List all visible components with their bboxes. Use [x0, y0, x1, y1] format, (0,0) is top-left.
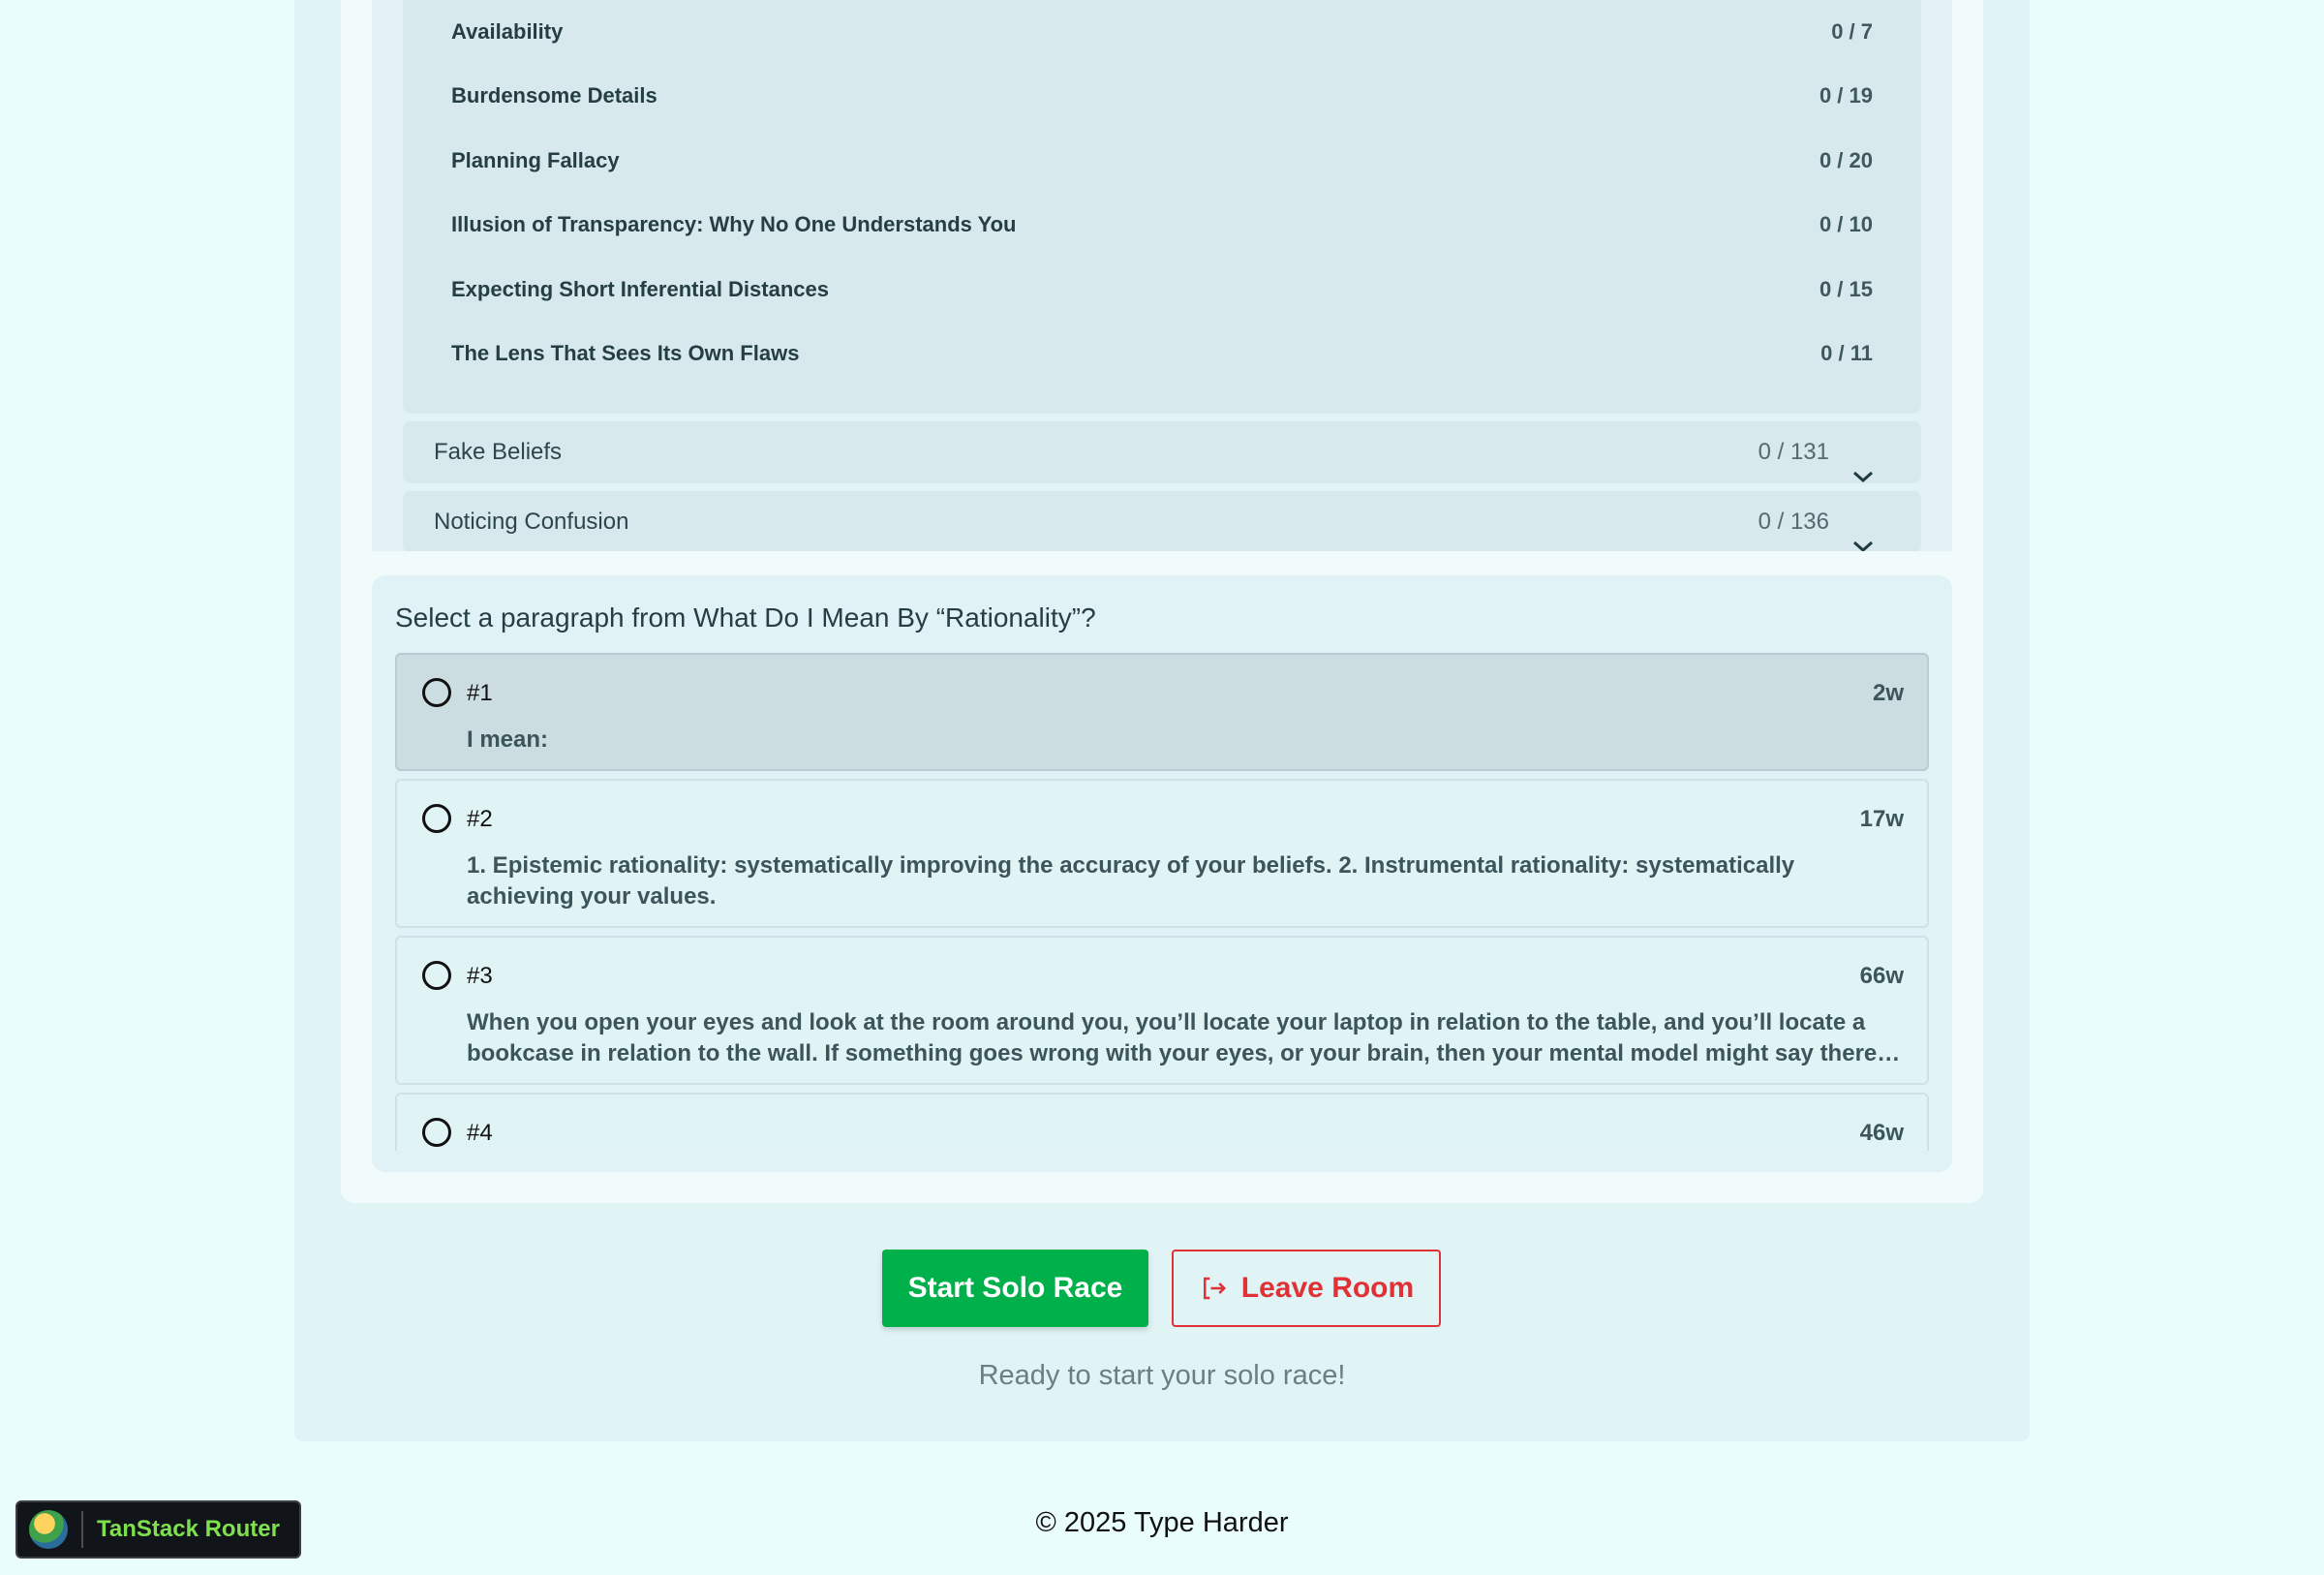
router-devtools-toggle[interactable]: TanStack Router — [15, 1500, 301, 1559]
chevron-down-icon[interactable] — [1851, 540, 1875, 551]
section-progress: 0 / 20 — [1819, 148, 1873, 172]
chapter-item-noticing-confusion[interactable]: Noticing Confusion 0 / 136 — [403, 491, 1921, 551]
word-count: 2w — [1872, 680, 1904, 706]
radio-button[interactable] — [422, 1118, 451, 1147]
paragraph-prompt: Select a paragraph from What Do I Mean B… — [395, 602, 1096, 633]
paragraph-option[interactable]: #2 17w 1. Epistemic rationality: systema… — [395, 779, 1929, 928]
page: Availability 0 / 7 Burdensome Details 0 … — [0, 0, 2324, 1575]
section-title: Expecting Short Inferential Distances — [451, 277, 829, 301]
leave-room-button[interactable]: Leave Room — [1172, 1250, 1441, 1327]
section-title: Planning Fallacy — [451, 148, 620, 172]
section-item[interactable]: Planning Fallacy 0 / 20 — [403, 129, 1921, 193]
section-title: The Lens That Sees Its Own Flaws — [451, 341, 800, 365]
devtools-label: TanStack Router — [97, 1516, 280, 1542]
paragraph-option[interactable]: #4 46w — [395, 1093, 1929, 1151]
chapter-progress: 0 / 136 — [1758, 509, 1829, 535]
section-progress: 0 / 7 — [1831, 19, 1873, 44]
chapter-item-fake-beliefs[interactable]: Fake Beliefs 0 / 131 — [403, 421, 1921, 483]
chapter-progress: 0 / 131 — [1758, 439, 1829, 465]
section-progress: 0 / 19 — [1819, 83, 1873, 108]
paragraph-option[interactable]: #1 2w I mean: — [395, 653, 1929, 771]
section-progress: 0 / 15 — [1819, 277, 1873, 301]
chapter-title: Noticing Confusion — [434, 509, 629, 535]
logout-icon — [1203, 1277, 1226, 1300]
word-count: 17w — [1859, 806, 1904, 832]
chapter-title: Fake Beliefs — [434, 439, 563, 465]
section-progress: 0 / 11 — [1820, 341, 1873, 365]
radio-button[interactable] — [422, 961, 451, 990]
paragraph-selector: Select a paragraph from What Do I Mean B… — [372, 575, 1952, 1172]
paragraph-number: #3 — [467, 963, 493, 989]
section-title: Availability — [451, 19, 564, 44]
paragraph-text: I mean: — [467, 726, 549, 753]
chevron-down-icon[interactable] — [1851, 470, 1875, 483]
divider — [81, 1511, 83, 1548]
tanstack-logo-icon — [29, 1510, 68, 1549]
paragraph-option[interactable]: #3 66w When you open your eyes and look … — [395, 936, 1929, 1085]
status-message: Ready to start your solo race! — [978, 1360, 1346, 1391]
chapter-list[interactable]: Availability 0 / 7 Burdensome Details 0 … — [372, 0, 1952, 551]
section-item[interactable]: Expecting Short Inferential Distances 0 … — [403, 258, 1921, 322]
word-count: 46w — [1859, 1120, 1904, 1146]
paragraph-number: #2 — [467, 806, 493, 832]
section-item[interactable]: Availability 0 / 7 — [403, 0, 1921, 64]
footer-copyright: © 2025 Type Harder — [1035, 1507, 1289, 1538]
section-item[interactable]: The Lens That Sees Its Own Flaws 0 / 11 — [403, 322, 1921, 386]
section-title: Burdensome Details — [451, 83, 657, 108]
paragraph-number: #1 — [467, 680, 493, 706]
radio-button[interactable] — [422, 804, 451, 833]
paragraph-text: 1. Epistemic rationality: systematically… — [467, 852, 1795, 910]
section-title: Illusion of Transparency: Why No One Und… — [451, 212, 1017, 236]
leave-room-label: Leave Room — [1240, 1272, 1415, 1304]
radio-button[interactable] — [422, 678, 451, 707]
word-count: 66w — [1859, 963, 1904, 989]
section-item[interactable]: Illusion of Transparency: Why No One Und… — [403, 193, 1921, 257]
section-item[interactable]: Burdensome Details 0 / 19 — [403, 64, 1921, 128]
section-progress: 0 / 10 — [1819, 212, 1873, 236]
paragraph-list[interactable]: #1 2w I mean: #2 17w 1. Epistemic ration… — [395, 653, 1929, 1151]
start-solo-race-button[interactable]: Start Solo Race — [882, 1250, 1148, 1327]
paragraph-number: #4 — [467, 1120, 493, 1146]
expanded-chapter: Availability 0 / 7 Burdensome Details 0 … — [403, 0, 1921, 414]
paragraph-text: When you open your eyes and look at the … — [467, 1009, 1901, 1066]
